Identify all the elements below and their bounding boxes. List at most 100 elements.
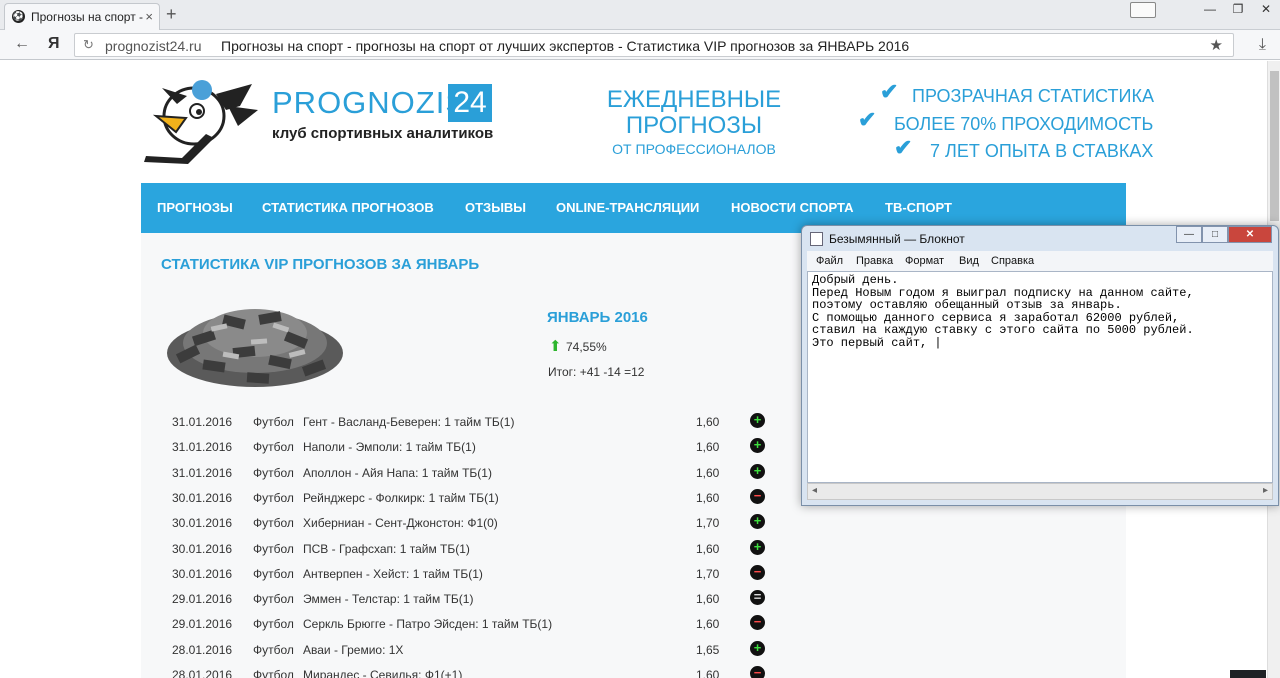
row-date: 29.01.2016 xyxy=(172,592,233,607)
row-date: 30.01.2016 xyxy=(172,516,233,531)
menu-format[interactable]: Формат xyxy=(905,255,944,267)
result-loss-icon: − xyxy=(750,488,765,504)
notepad-window-controls: — □ ✕ xyxy=(1176,226,1272,244)
notepad-title: Безымянный — Блокнот xyxy=(829,232,965,246)
result-win-icon: + xyxy=(750,539,765,555)
row-odds: 1,60 xyxy=(696,465,720,480)
scrollbar-thumb[interactable] xyxy=(1270,71,1279,221)
month-title: ЯНВАРЬ 2016 xyxy=(547,309,648,326)
table-row: 28.01.2016 Футбол Аваи - Гремио: 1Х 1,65 + xyxy=(141,638,1126,663)
maximize-button[interactable]: ❐ xyxy=(1224,0,1252,20)
row-sport: Футбол xyxy=(253,566,294,581)
row-odds: 1,70 xyxy=(696,516,720,531)
row-odds: 1,60 xyxy=(696,617,720,632)
row-date: 31.01.2016 xyxy=(172,440,233,455)
table-row: 30.01.2016 Футбол Антверпен - Хейст: 1 тай… xyxy=(141,562,1126,587)
daily-title-line2: ПРОГНОЗЫ xyxy=(625,112,763,139)
row-match: Наполи - Эмполи: 1 тайм ТБ(1) xyxy=(303,440,476,455)
table-row: 28.01.2016 Футбол Мирандес - Севилья: Ф1(+… xyxy=(141,663,1126,678)
result-ret-icon: = xyxy=(750,590,765,606)
row-match: Гент - Васланд-Беверен: 1 тайм ТБ(1) xyxy=(303,415,515,429)
logo-bird-icon[interactable] xyxy=(142,76,260,164)
row-match: Серкль Брюгге - Патро Эйсден: 1 тайм ТБ(… xyxy=(303,617,553,632)
row-sport: Футбол xyxy=(253,617,294,632)
money-pile-image xyxy=(167,309,343,387)
browser-tab[interactable]: ⚽ Прогнозы на спорт - × xyxy=(4,3,160,30)
row-sport: Футбол xyxy=(253,516,294,531)
table-row: 30.01.2016 Футбол ПСВ - Графсхап: 1 тайм Т… xyxy=(141,537,1126,562)
row-sport: Футбол xyxy=(253,490,294,505)
row-sport: Футбол xyxy=(253,415,294,429)
menu-file[interactable]: Файл xyxy=(816,255,843,267)
row-odds: 1,65 xyxy=(696,642,720,657)
result-win-icon: + xyxy=(750,514,765,530)
row-sport: Футбол xyxy=(253,465,294,480)
table-row: 29.01.2016 Футбол Серкль Брюгге - Патро Эй… xyxy=(141,612,1126,637)
row-match: ПСВ - Графсхап: 1 тайм ТБ(1) xyxy=(303,541,470,556)
favicon-icon: ⚽ xyxy=(12,10,25,23)
check-icon: ✔ xyxy=(880,79,899,104)
menu-view[interactable]: Вид xyxy=(959,255,979,267)
feature-experience: 7 ЛЕТ ОПЫТА В СТАВКАХ xyxy=(930,141,1154,161)
minimize-button[interactable]: — xyxy=(1196,0,1224,20)
up-arrow-icon: ⬆ xyxy=(549,338,562,355)
row-sport: Футбол xyxy=(253,541,294,556)
table-row: 29.01.2016 Футбол Эммен - Телстар: 1 тайм … xyxy=(141,587,1126,612)
scroll-left-icon[interactable]: ◂ xyxy=(812,485,817,496)
row-match: Аваи - Гремио: 1Х xyxy=(303,642,404,657)
row-match: Рейнджерс - Фолкирк: 1 тайм ТБ(1) xyxy=(303,490,499,505)
download-icon[interactable]: ⤓ xyxy=(1259,36,1266,54)
menu-edit[interactable]: Правка xyxy=(856,255,893,267)
notepad-maximize-button[interactable]: □ xyxy=(1202,226,1228,243)
row-match: Антверпен - Хейст: 1 тайм ТБ(1) xyxy=(303,566,483,581)
tab-close-button[interactable]: × xyxy=(145,9,153,24)
menu-item-tv[interactable]: ТВ-СПОРТ xyxy=(885,200,952,215)
notepad-window[interactable]: Безымянный — Блокнот — □ ✕ Файл Правка Ф… xyxy=(801,225,1279,506)
menu-item-online[interactable]: ONLINE-ТРАНСЛЯЦИИ xyxy=(556,200,699,215)
row-sport: Футбол xyxy=(253,592,294,607)
menu-item-news[interactable]: НОВОСТИ СПОРТА xyxy=(731,200,854,215)
result-win-icon: + xyxy=(750,413,765,428)
notepad-horizontal-scrollbar[interactable]: ◂ ▸ xyxy=(807,483,1273,500)
new-tab-button[interactable]: + xyxy=(166,4,177,25)
row-match: Мирандес - Севилья: Ф1(+1) xyxy=(303,668,463,678)
notepad-text-area[interactable]: Добрый день. Перед Новым годом я выиграл… xyxy=(807,271,1273,483)
address-bar[interactable]: ↻ prognozist24.ru Прогнозы на спорт - пр… xyxy=(74,33,1234,57)
row-date: 29.01.2016 xyxy=(172,617,233,632)
logo-number[interactable]: 24 xyxy=(448,84,492,122)
bookmark-star-icon[interactable]: ★ xyxy=(1210,36,1223,54)
menu-item-forecasts[interactable]: ПРОГНОЗЫ xyxy=(157,200,233,215)
notepad-text[interactable]: Добрый день. Перед Новым годом я выиграл… xyxy=(812,274,1194,349)
window-controls: — ❐ ✕ xyxy=(1196,0,1280,22)
scroll-to-top-button[interactable]: ︿ xyxy=(1230,670,1266,678)
menu-help[interactable]: Справка xyxy=(991,255,1034,267)
row-date: 28.01.2016 xyxy=(172,642,233,657)
result-win-icon: + xyxy=(750,640,765,656)
row-date: 30.01.2016 xyxy=(172,490,233,505)
profile-icon[interactable] xyxy=(1130,2,1156,18)
notepad-minimize-button[interactable]: — xyxy=(1176,226,1202,243)
row-date: 31.01.2016 xyxy=(172,465,233,480)
row-date: 28.01.2016 xyxy=(172,668,233,678)
page-title-in-omnibox: Прогнозы на спорт - прогнозы на спорт от… xyxy=(221,38,910,54)
row-odds: 1,70 xyxy=(696,566,720,581)
notepad-close-button[interactable]: ✕ xyxy=(1228,226,1272,243)
check-icon: ✔ xyxy=(858,107,877,132)
result-win-icon: + xyxy=(750,463,765,479)
menu-item-stats[interactable]: СТАТИСТИКА ПРОГНОЗОВ xyxy=(262,200,434,215)
window-close-button[interactable]: ✕ xyxy=(1252,0,1280,20)
table-row: 30.01.2016 Футбол Хиберниан - Сент-Джонсто… xyxy=(141,511,1126,536)
refresh-icon[interactable]: ↻ xyxy=(83,37,94,53)
browser-tab-bar: ⚽ Прогнозы на спорт - × + — ❐ ✕ xyxy=(0,0,1280,30)
yandex-icon[interactable]: Я xyxy=(48,35,60,53)
row-odds: 1,60 xyxy=(696,541,720,556)
result-loss-icon: − xyxy=(750,666,765,678)
back-icon[interactable]: ← xyxy=(14,35,30,53)
section-title: СТАТИСТИКА VIP ПРОГНОЗОВ ЗА ЯНВАРЬ xyxy=(161,256,480,273)
url-text: prognozist24.ru xyxy=(105,38,202,54)
row-sport: Футбол xyxy=(253,642,294,657)
feature-passability: БОЛЕЕ 70% ПРОХОДИМОСТЬ xyxy=(894,114,1154,134)
scroll-right-icon[interactable]: ▸ xyxy=(1263,485,1268,496)
notepad-app-icon xyxy=(810,232,823,246)
menu-item-reviews[interactable]: ОТЗЫВЫ xyxy=(465,200,526,215)
